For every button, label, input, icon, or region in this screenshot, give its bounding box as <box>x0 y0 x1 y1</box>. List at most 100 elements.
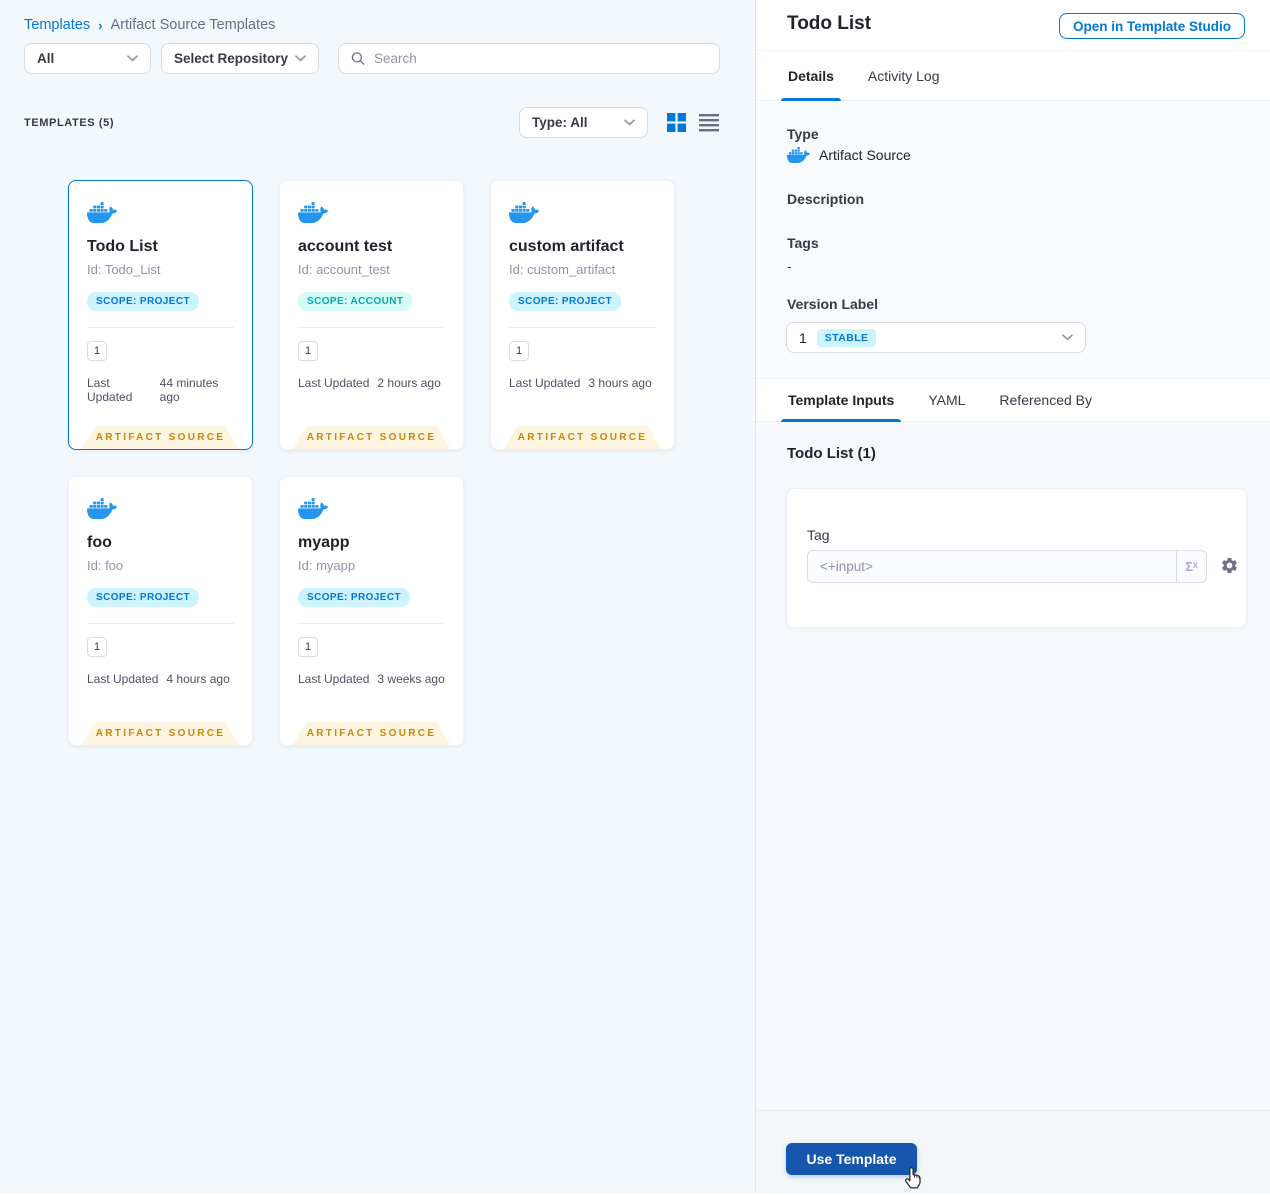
artifact-source-ribbon: ARTIFACT SOURCE <box>81 426 240 449</box>
type-filter-dropdown[interactable]: Type: All <box>519 107 648 138</box>
template-card-title: custom artifact <box>509 238 624 255</box>
scope-badge: SCOPE: PROJECT <box>87 292 199 311</box>
search-input[interactable] <box>374 51 707 66</box>
artifact-source-ribbon: ARTIFACT SOURCE <box>292 426 451 449</box>
templates-list-panel: Templates › Artifact Source Templates Al… <box>0 0 755 1193</box>
list-view-button[interactable] <box>699 113 719 137</box>
last-updated-value: 44 minutes ago <box>159 376 219 404</box>
tab-yaml[interactable]: YAML <box>927 379 966 421</box>
card-divider <box>87 327 234 328</box>
template-inputs-section: Todo List (1) Tag <+input> Σˣ <box>756 422 1270 1110</box>
list-view-icon <box>699 114 719 132</box>
tab-referenced-by[interactable]: Referenced By <box>998 379 1093 421</box>
chevron-down-icon <box>295 55 306 62</box>
template-details-panel: Todo List Open in Template Studio Detail… <box>755 0 1270 1193</box>
description-label: Description <box>787 191 865 207</box>
scope-badge: SCOPE: PROJECT <box>298 588 410 607</box>
last-updated-label: Last Updated <box>298 672 370 686</box>
inputs-section-title: Todo List (1) <box>787 445 876 462</box>
template-card-id: Id: Todo_List <box>87 262 161 277</box>
scope-badge: SCOPE: ACCOUNT <box>298 292 413 311</box>
last-updated: Last Updated 3 weeks ago <box>298 672 445 686</box>
version-count-chip: 1 <box>298 341 318 361</box>
chevron-down-icon <box>127 55 138 62</box>
repository-filter-value: Select Repository <box>174 51 289 66</box>
card-divider <box>298 327 445 328</box>
version-select-dropdown[interactable]: 1 STABLE <box>786 322 1086 353</box>
tag-label: Tag <box>807 527 830 543</box>
panel-sub-tabbar: Template Inputs YAML Referenced By <box>756 378 1270 422</box>
breadcrumb-current-page: Artifact Source Templates <box>110 17 276 33</box>
templates-count-label: TEMPLATES (5) <box>24 117 115 129</box>
tags-label: Tags <box>787 235 819 251</box>
repository-filter-dropdown[interactable]: Select Repository <box>161 43 319 74</box>
version-count-chip: 1 <box>509 341 529 361</box>
template-card-title: myapp <box>298 534 350 551</box>
last-updated: Last Updated 3 hours ago <box>509 376 656 390</box>
last-updated-value: 2 hours ago <box>377 376 441 390</box>
tab-activity-log[interactable]: Activity Log <box>867 51 941 100</box>
docker-whale-icon <box>787 146 810 163</box>
template-cards-grid: Todo List Id: Todo_List SCOPE: PROJECT 1… <box>68 180 708 746</box>
artifact-source-ribbon: ARTIFACT SOURCE <box>503 426 662 449</box>
version-count-chip: 1 <box>87 637 107 657</box>
version-value: 1 <box>799 329 807 346</box>
scope-badge: SCOPE: PROJECT <box>509 292 621 311</box>
scope-filter-dropdown[interactable]: All <box>24 43 151 74</box>
last-updated: Last Updated 4 hours ago <box>87 672 234 686</box>
type-label: Type <box>787 126 819 142</box>
docker-whale-icon <box>87 202 117 223</box>
last-updated: Last Updated 2 hours ago <box>298 376 445 390</box>
scope-filter-value: All <box>37 51 55 66</box>
template-card[interactable]: custom artifact Id: custom_artifact SCOP… <box>490 180 675 450</box>
card-divider <box>87 623 234 624</box>
panel-tabbar: Details Activity Log <box>756 50 1270 101</box>
tag-settings-button[interactable] <box>1220 556 1239 575</box>
template-card-id: Id: foo <box>87 558 124 573</box>
docker-whale-icon <box>298 202 328 223</box>
grid-view-button[interactable] <box>667 113 686 137</box>
breadcrumb: Templates › Artifact Source Templates <box>24 17 275 33</box>
type-value-row: Artifact Source <box>787 146 911 163</box>
card-divider <box>298 623 445 624</box>
details-section: Type Artifact Source Description Tags - … <box>756 102 1270 378</box>
chevron-down-icon <box>1062 334 1073 341</box>
version-label: Version Label <box>787 296 879 312</box>
last-updated-value: 3 weeks ago <box>377 672 445 686</box>
grid-view-icon <box>667 113 686 132</box>
last-updated-value: 4 hours ago <box>166 672 230 686</box>
expression-icon[interactable]: Σˣ <box>1176 551 1206 582</box>
last-updated-label: Last Updated <box>87 672 159 686</box>
panel-footer: Use Template <box>756 1110 1270 1193</box>
template-card[interactable]: myapp Id: myapp SCOPE: PROJECT 1 Last Up… <box>279 476 464 746</box>
use-template-button[interactable]: Use Template <box>786 1143 917 1175</box>
search-icon <box>351 52 365 65</box>
template-card[interactable]: foo Id: foo SCOPE: PROJECT 1 Last Update… <box>68 476 253 746</box>
artifact-source-ribbon: ARTIFACT SOURCE <box>81 722 240 745</box>
inputs-card: Tag <+input> Σˣ <box>786 488 1247 628</box>
docker-whale-icon <box>87 498 117 519</box>
template-card-title: Todo List <box>87 238 158 255</box>
chevron-down-icon <box>624 119 635 126</box>
docker-whale-icon <box>509 202 539 223</box>
type-value: Artifact Source <box>819 146 911 163</box>
tag-input-field[interactable]: <+input> Σˣ <box>807 550 1207 583</box>
breadcrumb-separator-icon: › <box>98 17 103 33</box>
tags-value: - <box>787 258 792 274</box>
search-field[interactable] <box>338 43 720 74</box>
last-updated-label: Last Updated <box>298 376 370 390</box>
open-in-template-studio-button[interactable]: Open in Template Studio <box>1058 13 1245 39</box>
docker-whale-icon <box>298 498 328 519</box>
stable-badge: STABLE <box>816 328 877 347</box>
tab-details[interactable]: Details <box>781 51 841 101</box>
last-updated: Last Updated 44 minutes ago <box>87 376 234 404</box>
template-card[interactable]: Todo List Id: Todo_List SCOPE: PROJECT 1… <box>68 180 253 450</box>
tag-input-value: <+input> <box>820 559 873 574</box>
breadcrumb-templates-link[interactable]: Templates <box>24 17 90 33</box>
tab-template-inputs[interactable]: Template Inputs <box>780 379 902 422</box>
last-updated-value: 3 hours ago <box>588 376 652 390</box>
template-card[interactable]: account test Id: account_test SCOPE: ACC… <box>279 180 464 450</box>
panel-title: Todo List <box>787 13 872 34</box>
last-updated-label: Last Updated <box>509 376 581 390</box>
type-filter-value: Type: All <box>532 115 588 130</box>
